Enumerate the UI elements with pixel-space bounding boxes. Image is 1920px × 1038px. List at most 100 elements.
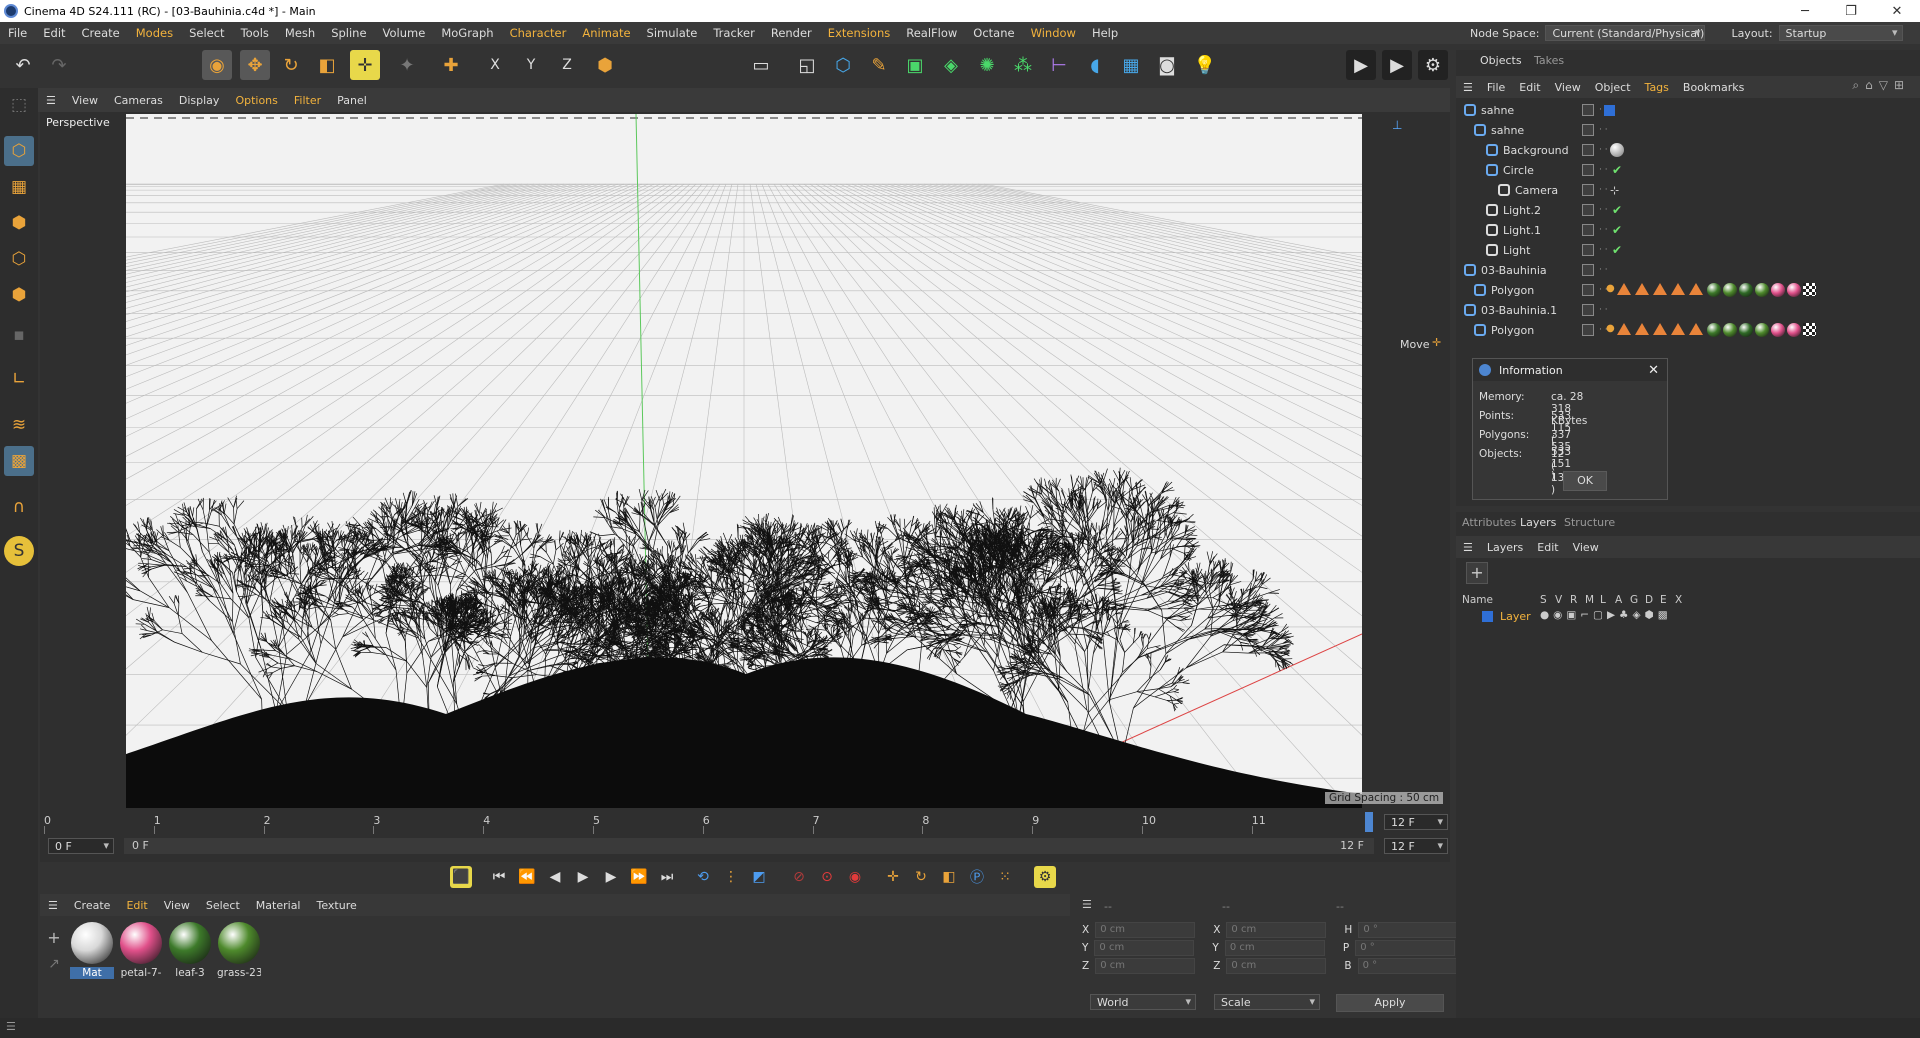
texture-tag-icon[interactable] bbox=[1670, 323, 1685, 335]
range-slider[interactable]: 0 F 12 F bbox=[124, 838, 1374, 854]
menu-volume[interactable]: Volume bbox=[375, 26, 434, 40]
viewport[interactable]: Perspective Move ✛ Grid Spacing : 50 cm … bbox=[40, 112, 1450, 810]
menu-help[interactable]: Help bbox=[1084, 26, 1126, 40]
layer-col-header[interactable]: E bbox=[1660, 594, 1667, 606]
texture-tag-icon[interactable] bbox=[1634, 283, 1649, 295]
nodespace-dropdown[interactable]: Current (Standard/Physical) bbox=[1545, 25, 1706, 41]
extrude-icon[interactable]: ◈ bbox=[936, 50, 966, 80]
key-param-icon[interactable]: Ⓟ bbox=[966, 866, 988, 888]
layer-menu-layers[interactable]: Layers bbox=[1480, 541, 1530, 554]
render-dots-icon[interactable]: · · bbox=[1599, 186, 1608, 195]
object-row[interactable]: Circle · · ✔ bbox=[1456, 160, 1920, 180]
tab-layers[interactable]: Layers bbox=[1520, 516, 1556, 529]
texture-tag-icon[interactable] bbox=[1634, 323, 1649, 335]
menu-create[interactable]: Create bbox=[74, 26, 128, 40]
object-row[interactable]: Light.2 · · ✔ bbox=[1456, 200, 1920, 220]
menu-mograph[interactable]: MoGraph bbox=[433, 26, 501, 40]
layer-col-header[interactable]: X bbox=[1675, 594, 1682, 606]
scale-tool-icon[interactable]: ◧ bbox=[312, 50, 342, 80]
subdivision-icon[interactable]: ▣ bbox=[900, 50, 930, 80]
check-icon[interactable]: ✔ bbox=[1612, 243, 1622, 257]
layer-col-header[interactable]: G bbox=[1630, 594, 1638, 606]
viewport-menu-cameras[interactable]: Cameras bbox=[106, 94, 171, 107]
coord-space-dropdown[interactable]: World bbox=[1090, 994, 1196, 1010]
menu-animate[interactable]: Animate bbox=[574, 26, 638, 40]
next-frame-icon[interactable]: ▶ bbox=[600, 866, 622, 888]
coord-position-field[interactable]: 0 cm bbox=[1095, 922, 1196, 938]
go-to-start-icon[interactable]: ⏮ bbox=[488, 866, 510, 888]
material-tag-icon[interactable] bbox=[1738, 283, 1753, 297]
material-menu-texture[interactable]: Texture bbox=[308, 899, 364, 912]
material-tag-icon[interactable] bbox=[1706, 283, 1721, 297]
model-mode-icon[interactable]: ⬡ bbox=[4, 136, 34, 166]
material-tag-icon[interactable] bbox=[1786, 323, 1801, 337]
max-frame-field[interactable]: 12 F bbox=[1384, 838, 1448, 854]
coords-menu-icon[interactable]: ☰ bbox=[1082, 898, 1092, 911]
next-key-icon[interactable]: ⏩ bbox=[628, 866, 650, 888]
add-layer-button[interactable]: + bbox=[1466, 562, 1488, 584]
coord-size-field[interactable]: 0 cm bbox=[1226, 958, 1327, 974]
close-dialog-icon[interactable]: ✕ bbox=[1648, 363, 1659, 378]
material-menu-select[interactable]: Select bbox=[198, 899, 248, 912]
material-tag-icon[interactable] bbox=[1738, 323, 1753, 337]
ok-button[interactable]: OK bbox=[1563, 471, 1607, 491]
object-row[interactable]: 03-Bauhinia · · bbox=[1456, 260, 1920, 280]
go-to-end-icon[interactable]: ⏭ bbox=[656, 866, 678, 888]
coord-size-field[interactable]: 0 cm bbox=[1224, 940, 1325, 956]
key-position-icon[interactable]: ✛ bbox=[882, 866, 904, 888]
fps-icon[interactable]: ◩ bbox=[748, 866, 770, 888]
texture-tag-icon[interactable] bbox=[1670, 283, 1685, 295]
target-tag-icon[interactable]: ⊹ bbox=[1610, 184, 1619, 197]
viewport-menu-view[interactable]: View bbox=[64, 94, 106, 107]
object-menu-edit[interactable]: Edit bbox=[1512, 81, 1547, 94]
object-row[interactable]: 03-Bauhinia.1 · · bbox=[1456, 300, 1920, 320]
object-name[interactable]: sahne bbox=[1491, 124, 1524, 137]
transform-tool-icon[interactable]: ✛ bbox=[350, 50, 380, 80]
key-pla-icon[interactable]: ⁙ bbox=[994, 866, 1016, 888]
cube-object-icon[interactable]: ⬡ bbox=[828, 50, 858, 80]
object-row[interactable]: Camera · · ⊹ bbox=[1456, 180, 1920, 200]
layer-col-header[interactable]: V bbox=[1555, 594, 1562, 606]
move-tool-icon[interactable]: ✥ bbox=[240, 50, 270, 80]
render-settings-icon[interactable]: ⚙ bbox=[1418, 50, 1448, 80]
key-scale-icon[interactable]: ◧ bbox=[938, 866, 960, 888]
checker-tag-icon[interactable] bbox=[1802, 323, 1816, 336]
object-row[interactable]: Polygon · · ● bbox=[1456, 280, 1920, 300]
points-mode-icon[interactable]: ⬢ bbox=[4, 208, 34, 238]
render-dots-icon[interactable]: · · bbox=[1599, 246, 1608, 255]
playhead[interactable] bbox=[1365, 812, 1373, 832]
layout-dropdown[interactable]: Startup bbox=[1778, 25, 1903, 41]
autokey-off-icon[interactable]: ⊘ bbox=[788, 866, 810, 888]
render-view-icon[interactable]: ▶ bbox=[1346, 50, 1376, 80]
tab-takes[interactable]: Takes bbox=[1534, 54, 1564, 67]
material-swatch[interactable]: petal-7- bbox=[119, 922, 163, 979]
render-dots-icon[interactable]: · · bbox=[1599, 226, 1608, 235]
object-name[interactable]: Light.1 bbox=[1503, 224, 1541, 237]
null-object-icon[interactable]: ◱ bbox=[792, 50, 822, 80]
material-swatch[interactable]: Mat bbox=[70, 922, 114, 979]
material-swatch[interactable]: leaf-3 bbox=[168, 922, 212, 979]
menu-select[interactable]: Select bbox=[181, 26, 232, 40]
visibility-toggle-icon[interactable] bbox=[1582, 184, 1594, 196]
texture-tag-icon[interactable] bbox=[1688, 283, 1703, 295]
coord-mode-dropdown[interactable]: Scale bbox=[1214, 994, 1320, 1010]
material-tag-icon[interactable] bbox=[1754, 323, 1769, 337]
phong-tag-icon[interactable]: ● bbox=[1606, 283, 1615, 297]
tab-objects[interactable]: Objects bbox=[1480, 54, 1522, 67]
object-name[interactable]: 03-Bauhinia bbox=[1481, 264, 1547, 277]
play-icon[interactable]: ▶ bbox=[572, 866, 594, 888]
visibility-toggle-icon[interactable] bbox=[1582, 124, 1594, 136]
object-row[interactable]: Light.1 · · ✔ bbox=[1456, 220, 1920, 240]
viewport-menu-display[interactable]: Display bbox=[171, 94, 228, 107]
layer-col-header[interactable]: D bbox=[1645, 594, 1653, 606]
render-dots-icon[interactable]: · · bbox=[1599, 126, 1608, 135]
object-name[interactable]: Background bbox=[1503, 144, 1569, 157]
object-row[interactable]: Background · · bbox=[1456, 140, 1920, 160]
visibility-toggle-icon[interactable] bbox=[1582, 164, 1594, 176]
render-picture-viewer-icon[interactable]: ▶ bbox=[1382, 50, 1412, 80]
check-icon[interactable]: ✔ bbox=[1612, 163, 1622, 177]
minimize-icon[interactable]: ─ bbox=[1782, 4, 1828, 19]
viewport-menu-options[interactable]: Options bbox=[227, 94, 285, 107]
record-keys-icon[interactable]: ⬛ bbox=[450, 866, 472, 888]
layer-tag-icon[interactable] bbox=[1604, 104, 1615, 116]
